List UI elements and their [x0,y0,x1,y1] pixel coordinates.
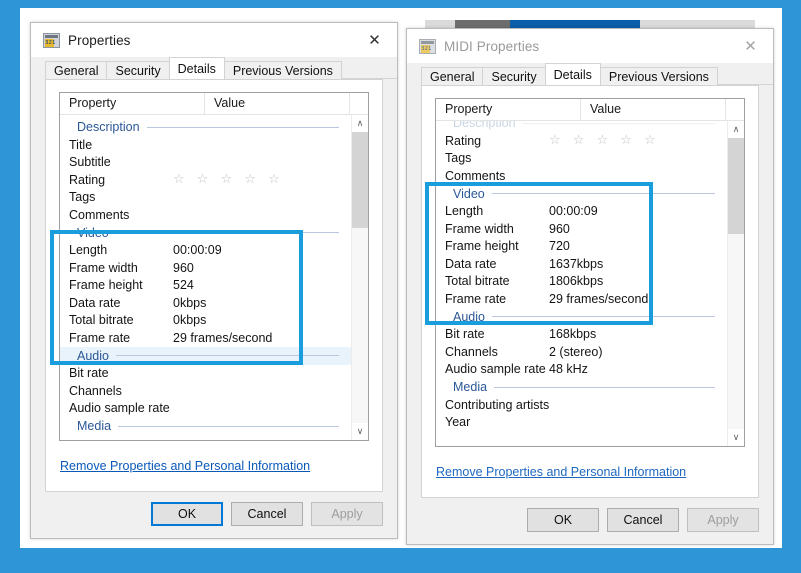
row-total-bitrate[interactable]: Total bitrate 0kbps [60,312,351,330]
tab-previous-versions[interactable]: Previous Versions [599,67,718,85]
close-icon[interactable]: ✕ [352,23,397,57]
row-contributing-artists[interactable]: Contributing artists [436,396,727,414]
row-frame-width[interactable]: Frame width 960 [60,259,351,277]
cancel-button[interactable]: Cancel [607,508,679,532]
row-channels[interactable]: Channels 2 (stereo) [436,343,727,361]
tab-strip: General Security Details Previous Versio… [421,63,773,85]
row-frame-rate[interactable]: Frame rate 29 frames/second [436,290,727,308]
ok-button[interactable]: OK [527,508,599,532]
row-tags[interactable]: Tags [436,150,727,168]
column-header-property: Property [436,99,581,120]
listbox-header: Property Value [436,99,744,121]
tab-security[interactable]: Security [106,61,170,79]
scrollbar-thumb[interactable] [728,138,744,235]
row-year[interactable]: Year [436,414,727,432]
rating-stars[interactable]: ☆ ☆ ☆ ☆ ☆ [549,133,727,148]
row-data-rate[interactable]: Data rate 1637kbps [436,255,727,273]
remove-properties-link[interactable]: Remove Properties and Personal Informati… [60,459,310,473]
vertical-scrollbar[interactable]: ∧ ∨ [727,121,744,446]
row-frame-rate[interactable]: Frame rate 29 frames/second [60,329,351,347]
row-length[interactable]: Length 00:00:09 [60,242,351,260]
row-frame-height[interactable]: Frame height 720 [436,238,727,256]
group-header-video[interactable]: Video [436,185,727,203]
group-header-video[interactable]: Video [60,224,351,242]
rating-stars[interactable]: ☆ ☆ ☆ ☆ ☆ [173,172,351,187]
dialog-buttons: OK Cancel Apply [527,508,759,532]
row-tags[interactable]: Tags [60,189,351,207]
properties-listbox[interactable]: Property Value Description Title Subtitl… [59,92,369,441]
apply-button: Apply [311,502,383,526]
apply-button: Apply [687,508,759,532]
row-bit-rate[interactable]: Bit rate 168kbps [436,326,727,344]
row-audio-sample-rate[interactable]: Audio sample rate [60,400,351,418]
row-rating[interactable]: Rating ☆ ☆ ☆ ☆ ☆ [436,132,727,150]
listbox-rows: Description Title Subtitle Rating ☆ ☆ ☆ … [60,115,351,440]
video-file-icon: 321 [43,32,60,48]
dialog-buttons: OK Cancel Apply [151,502,383,526]
scroll-down-icon[interactable]: ∨ [352,423,368,440]
row-comments[interactable]: Comments [436,167,727,185]
column-header-value: Value [205,93,350,114]
ok-button[interactable]: OK [151,502,223,526]
row-total-bitrate[interactable]: Total bitrate 1806kbps [436,273,727,291]
tab-details[interactable]: Details [544,63,601,85]
tab-general[interactable]: General [421,67,484,85]
tab-security[interactable]: Security [482,67,546,85]
tab-previous-versions[interactable]: Previous Versions [223,61,342,79]
properties-listbox[interactable]: Property Value Description Rating ☆ ☆ ☆ … [435,98,745,447]
row-bit-rate[interactable]: Bit rate [60,365,351,383]
properties-dialog-right[interactable]: 321 MIDI Properties ✕ General Security D… [406,28,774,545]
group-header-media[interactable]: Media [436,378,727,396]
title-bar: 321 MIDI Properties ✕ [407,29,773,63]
row-title[interactable]: Title [60,136,351,154]
row-channels[interactable]: Channels [60,382,351,400]
properties-dialog-left[interactable]: 321 Properties ✕ General Security Detail… [30,22,398,539]
row-frame-height[interactable]: Frame height 524 [60,277,351,295]
row-audio-sample-rate[interactable]: Audio sample rate 48 kHz [436,361,727,379]
row-comments[interactable]: Comments [60,206,351,224]
group-header-media[interactable]: Media [60,417,351,435]
scrollbar-thumb[interactable] [352,132,368,229]
row-subtitle[interactable]: Subtitle [60,154,351,172]
scroll-down-icon[interactable]: ∨ [728,429,744,446]
video-file-icon: 321 [419,38,436,54]
window-title: Properties [68,32,131,48]
row-rating[interactable]: Rating ☆ ☆ ☆ ☆ ☆ [60,171,351,189]
tab-general[interactable]: General [45,61,108,79]
group-header-description[interactable]: Description [60,118,351,136]
remove-properties-link[interactable]: Remove Properties and Personal Informati… [436,465,686,479]
vertical-scrollbar[interactable]: ∧ ∨ [351,115,368,440]
scroll-up-icon[interactable]: ∧ [352,115,368,132]
column-header-property: Property [60,93,205,114]
scroll-up-icon[interactable]: ∧ [728,121,744,138]
window-title: MIDI Properties [444,38,540,54]
details-tab-panel: Property Value Description Title Subtitl… [45,79,383,492]
listbox-header: Property Value [60,93,368,115]
cancel-button[interactable]: Cancel [231,502,303,526]
row-length[interactable]: Length 00:00:09 [436,203,727,221]
listbox-rows: Description Rating ☆ ☆ ☆ ☆ ☆ Tags Commen… [436,121,727,446]
group-header-description[interactable]: Description [436,121,727,132]
scrollbar-track[interactable] [728,138,744,429]
tab-strip: General Security Details Previous Versio… [45,57,397,79]
row-frame-width[interactable]: Frame width 960 [436,220,727,238]
title-bar: 321 Properties ✕ [31,23,397,57]
close-icon[interactable]: ✕ [728,29,773,63]
tab-details[interactable]: Details [168,57,225,79]
details-tab-panel: Property Value Description Rating ☆ ☆ ☆ … [421,85,759,498]
group-header-audio[interactable]: Audio [436,308,727,326]
column-header-value: Value [581,99,726,120]
group-header-audio[interactable]: Audio [60,346,351,365]
row-data-rate[interactable]: Data rate 0kbps [60,294,351,312]
scrollbar-track[interactable] [352,132,368,423]
